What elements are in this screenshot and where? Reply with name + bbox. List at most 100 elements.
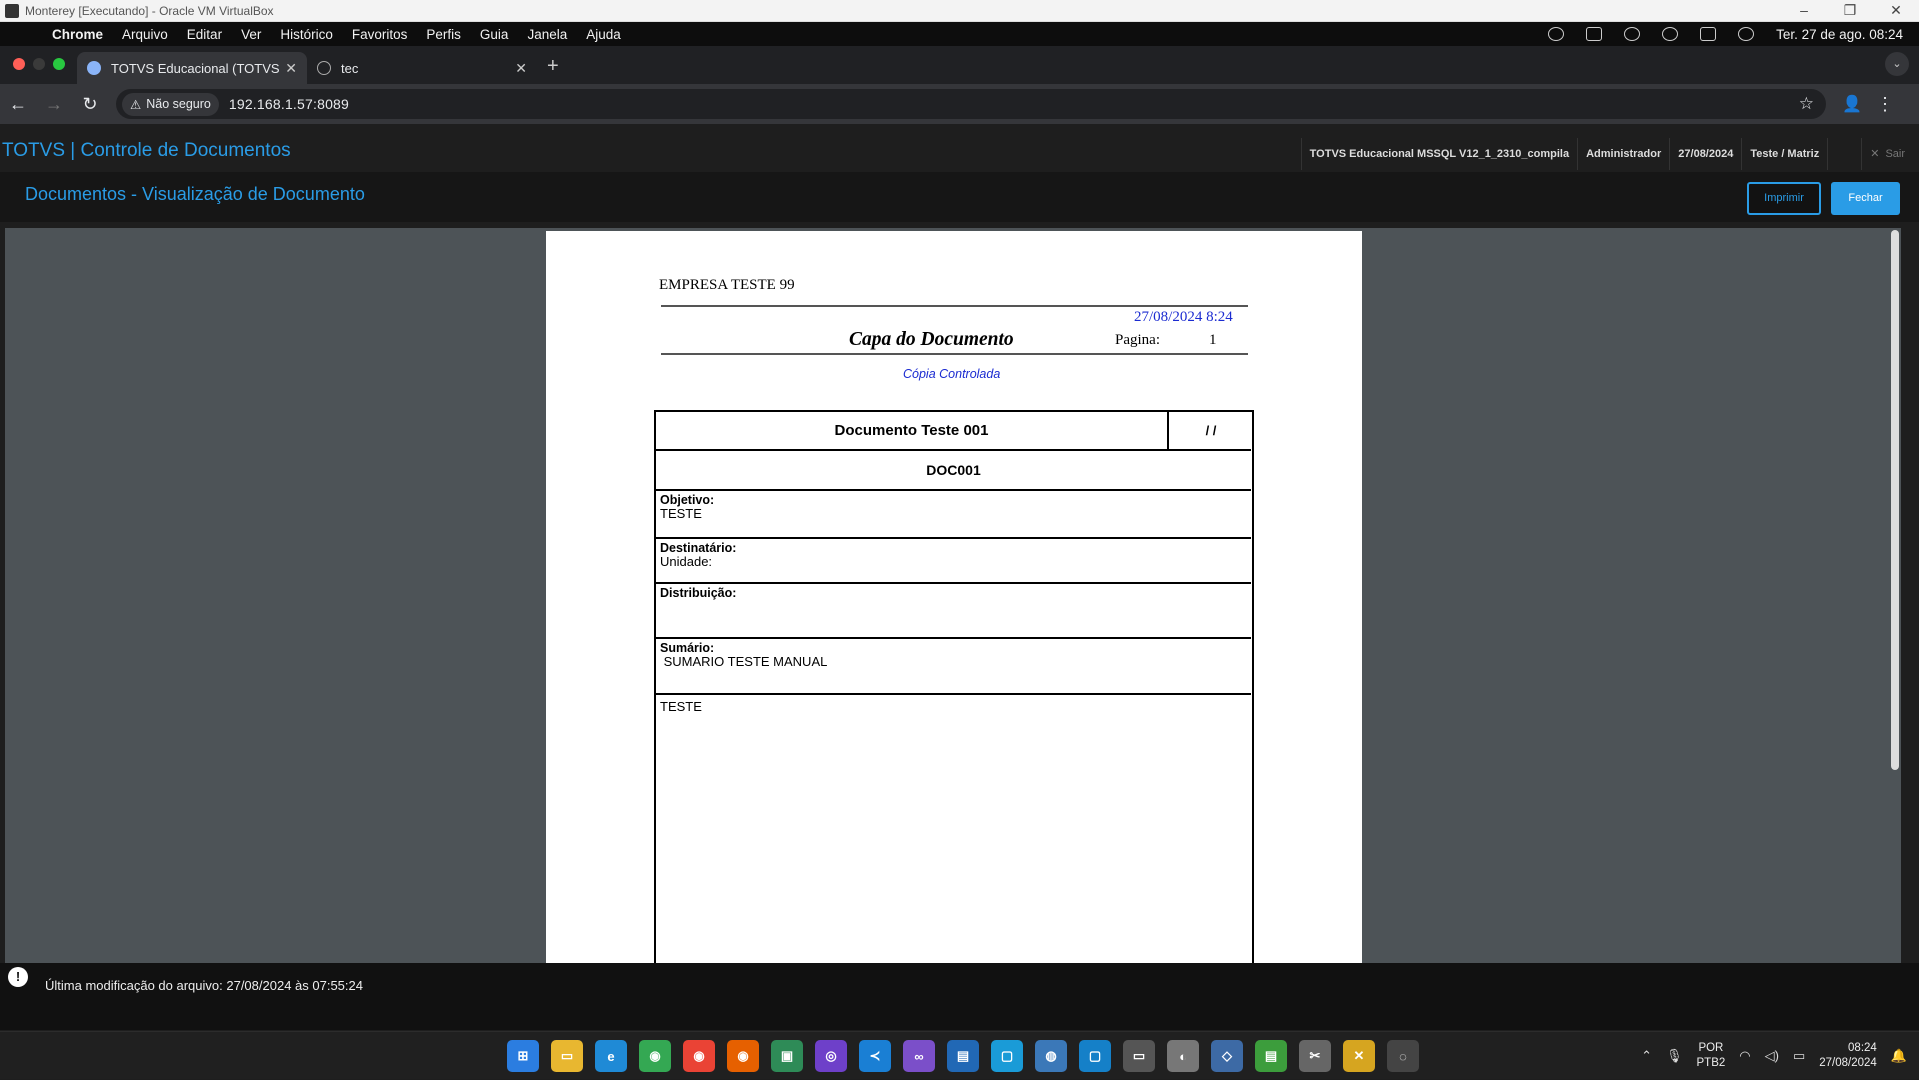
objective-value: TESTE <box>660 506 702 521</box>
viewer-scrollbar[interactable] <box>1891 230 1899 770</box>
app-title[interactable]: TOTVS | Controle de Documentos <box>2 140 291 162</box>
minimize-button[interactable]: – <box>1781 0 1827 22</box>
document-page: EMPRESA TESTE 99 27/08/2024 8:24 Capa do… <box>546 231 1362 963</box>
address-bar[interactable]: ⚠ Não seguro 192.168.1.57:8089 ☆ <box>116 89 1826 119</box>
accessibility-icon[interactable] <box>1548 27 1565 41</box>
url-text[interactable]: 192.168.1.57:8089 <box>229 96 349 112</box>
summary-label: Sumário: <box>660 641 715 655</box>
tab-totvs[interactable]: TOTVS Educacional (TOTVS) ✕ <box>77 52 307 84</box>
menu-ajuda[interactable]: Ajuda <box>586 27 621 42</box>
logout-button[interactable]: ✕ Sair <box>1861 138 1919 170</box>
close-icon: ✕ <box>1870 148 1880 160</box>
menu-chrome[interactable]: Chrome <box>52 27 103 42</box>
status-bar: ! Última modificação do arquivo: 27/08/2… <box>0 963 1919 1030</box>
print-button[interactable]: Imprimir <box>1747 182 1821 215</box>
app-blue-3-icon[interactable]: ▢ <box>1079 1040 1111 1072</box>
input-language[interactable]: POR PTB2 <box>1697 1041 1726 1071</box>
window-controls: – ❐ ✕ <box>1781 0 1919 22</box>
taskbar-clock[interactable]: 08:24 27/08/2024 <box>1819 1041 1877 1071</box>
battery-icon[interactable]: ▭ <box>1793 1048 1805 1064</box>
apple-menu-icon[interactable] <box>12 25 34 43</box>
menu-editar[interactable]: Editar <box>187 27 222 42</box>
recipient-label: Destinatário: <box>660 541 737 555</box>
tab-tec[interactable]: tec ✕ <box>307 52 537 84</box>
control-center-icon[interactable] <box>1700 27 1717 41</box>
github-icon[interactable]: ◎ <box>815 1040 847 1072</box>
edge-icon[interactable]: e <box>595 1040 627 1072</box>
body-row: TESTE <box>656 695 1251 963</box>
forward-button[interactable]: → <box>36 94 72 115</box>
minimize-traffic-light[interactable] <box>33 58 45 70</box>
windows-start-icon[interactable]: ⊞ <box>507 1040 539 1072</box>
virtualbox-icon[interactable]: ◇ <box>1211 1040 1243 1072</box>
distribution-row: Distribuição: <box>656 584 1251 639</box>
menu-favoritos[interactable]: Favoritos <box>352 27 408 42</box>
app-blue-2-icon[interactable]: ▢ <box>991 1040 1023 1072</box>
back-button[interactable]: ← <box>0 94 36 115</box>
warning-icon: ⚠ <box>130 97 142 112</box>
header-info-bar: TOTVS Educacional MSSQL V12_1_2310_compi… <box>1300 138 1919 170</box>
bookmark-star-icon[interactable]: ☆ <box>1799 94 1814 114</box>
zoom-traffic-light[interactable] <box>53 58 65 70</box>
close-traffic-light[interactable] <box>13 58 25 70</box>
page-title: Documentos - Visualização de Documento <box>25 184 365 204</box>
print-datetime: 27/08/2024 8:24 <box>1134 309 1233 325</box>
app-monitor-icon[interactable]: ▭ <box>1123 1040 1155 1072</box>
menu-ver[interactable]: Ver <box>241 27 261 42</box>
security-indicator[interactable]: ⚠ Não seguro <box>122 92 219 116</box>
title-row: Documento Teste 001 / / <box>656 412 1251 451</box>
profile-icon[interactable]: 👤 <box>1834 94 1870 114</box>
globe-icon <box>317 61 331 75</box>
chrome-menu-icon[interactable]: ⋮ <box>1870 94 1900 115</box>
new-tab-button[interactable]: + <box>547 55 559 78</box>
security-label: Não seguro <box>146 97 211 111</box>
menubar-clock[interactable]: Ter. 27 de ago. 08:24 <box>1776 27 1903 42</box>
recipient-row: Destinatário: Unidade: <box>656 539 1251 584</box>
close-tab-icon[interactable]: ✕ <box>515 60 527 77</box>
chrome-1-icon[interactable]: ◉ <box>639 1040 671 1072</box>
app-circle-icon[interactable]: ◐ <box>1167 1040 1199 1072</box>
menu-historico[interactable]: Histórico <box>280 27 333 42</box>
header-rule-top <box>661 305 1248 307</box>
app-blue-1-icon[interactable]: ▤ <box>947 1040 979 1072</box>
chrome-2-icon[interactable]: ◉ <box>683 1040 715 1072</box>
menu-arquivo[interactable]: Arquivo <box>122 27 168 42</box>
date-label[interactable]: 27/08/2024 <box>1669 138 1741 170</box>
microphone-icon[interactable]: 🎙 <box>1666 1048 1683 1064</box>
close-window-button[interactable]: ✕ <box>1873 0 1919 22</box>
menu-janela[interactable]: Janela <box>527 27 567 42</box>
siri-icon[interactable] <box>1738 27 1755 41</box>
tab-search-button[interactable]: ⌄ <box>1885 52 1909 76</box>
app-tools-icon[interactable]: ✕ <box>1343 1040 1375 1072</box>
context-label[interactable]: TOTVS Educacional MSSQL V12_1_2310_compi… <box>1300 138 1577 170</box>
page-label: Pagina: <box>1115 332 1160 348</box>
teams-icon[interactable]: ▣ <box>771 1040 803 1072</box>
show-hidden-icons-icon[interactable]: ⌃ <box>1641 1048 1652 1064</box>
menu-perfis[interactable]: Perfis <box>426 27 461 42</box>
windows-taskbar: ⊞ ▭ e ◉ ◉ ◉ ▣ ◎ ≺ ∞ ▤ ▢ ◍ ▢ ▭ ◐ ◇ ▤ ✂ ✕ ◌ ⌃ 🎙 POR PTB2 ◠ ◁) … <box>0 1031 1919 1079</box>
snipping-icon[interactable]: ✂ <box>1299 1040 1331 1072</box>
restore-button[interactable]: ❐ <box>1827 0 1873 22</box>
virtualbox-titlebar: Monterey [Executando] - Oracle VM Virtua… <box>0 0 1919 22</box>
app-ring-icon[interactable]: ◌ <box>1387 1040 1419 1072</box>
firefox-icon[interactable]: ◉ <box>727 1040 759 1072</box>
wifi-tray-icon[interactable]: ◠ <box>1739 1048 1750 1064</box>
wifi-icon[interactable] <box>1624 27 1641 41</box>
reload-button[interactable]: ↻ <box>72 94 108 115</box>
screen-mirroring-icon[interactable] <box>1586 27 1603 41</box>
document-viewer[interactable]: EMPRESA TESTE 99 27/08/2024 8:24 Capa do… <box>5 228 1901 963</box>
vscode-icon[interactable]: ≺ <box>859 1040 891 1072</box>
spotlight-search-icon[interactable] <box>1662 27 1679 41</box>
user-label[interactable]: Administrador <box>1577 138 1669 170</box>
volume-icon[interactable]: ◁) <box>1765 1048 1779 1064</box>
close-button[interactable]: Fechar <box>1831 182 1900 215</box>
close-tab-icon[interactable]: ✕ <box>285 60 297 77</box>
branch-label[interactable]: Teste / Matriz <box>1741 138 1827 170</box>
visual-studio-icon[interactable]: ∞ <box>903 1040 935 1072</box>
file-explorer-icon[interactable]: ▭ <box>551 1040 583 1072</box>
app-globe-icon[interactable]: ◍ <box>1035 1040 1067 1072</box>
page-subheader: Documentos - Visualização de Documento I… <box>0 172 1919 222</box>
menu-guia[interactable]: Guia <box>480 27 509 42</box>
notepad-green-icon[interactable]: ▤ <box>1255 1040 1287 1072</box>
notification-bell-icon[interactable]: 🔔 <box>1891 1048 1907 1064</box>
